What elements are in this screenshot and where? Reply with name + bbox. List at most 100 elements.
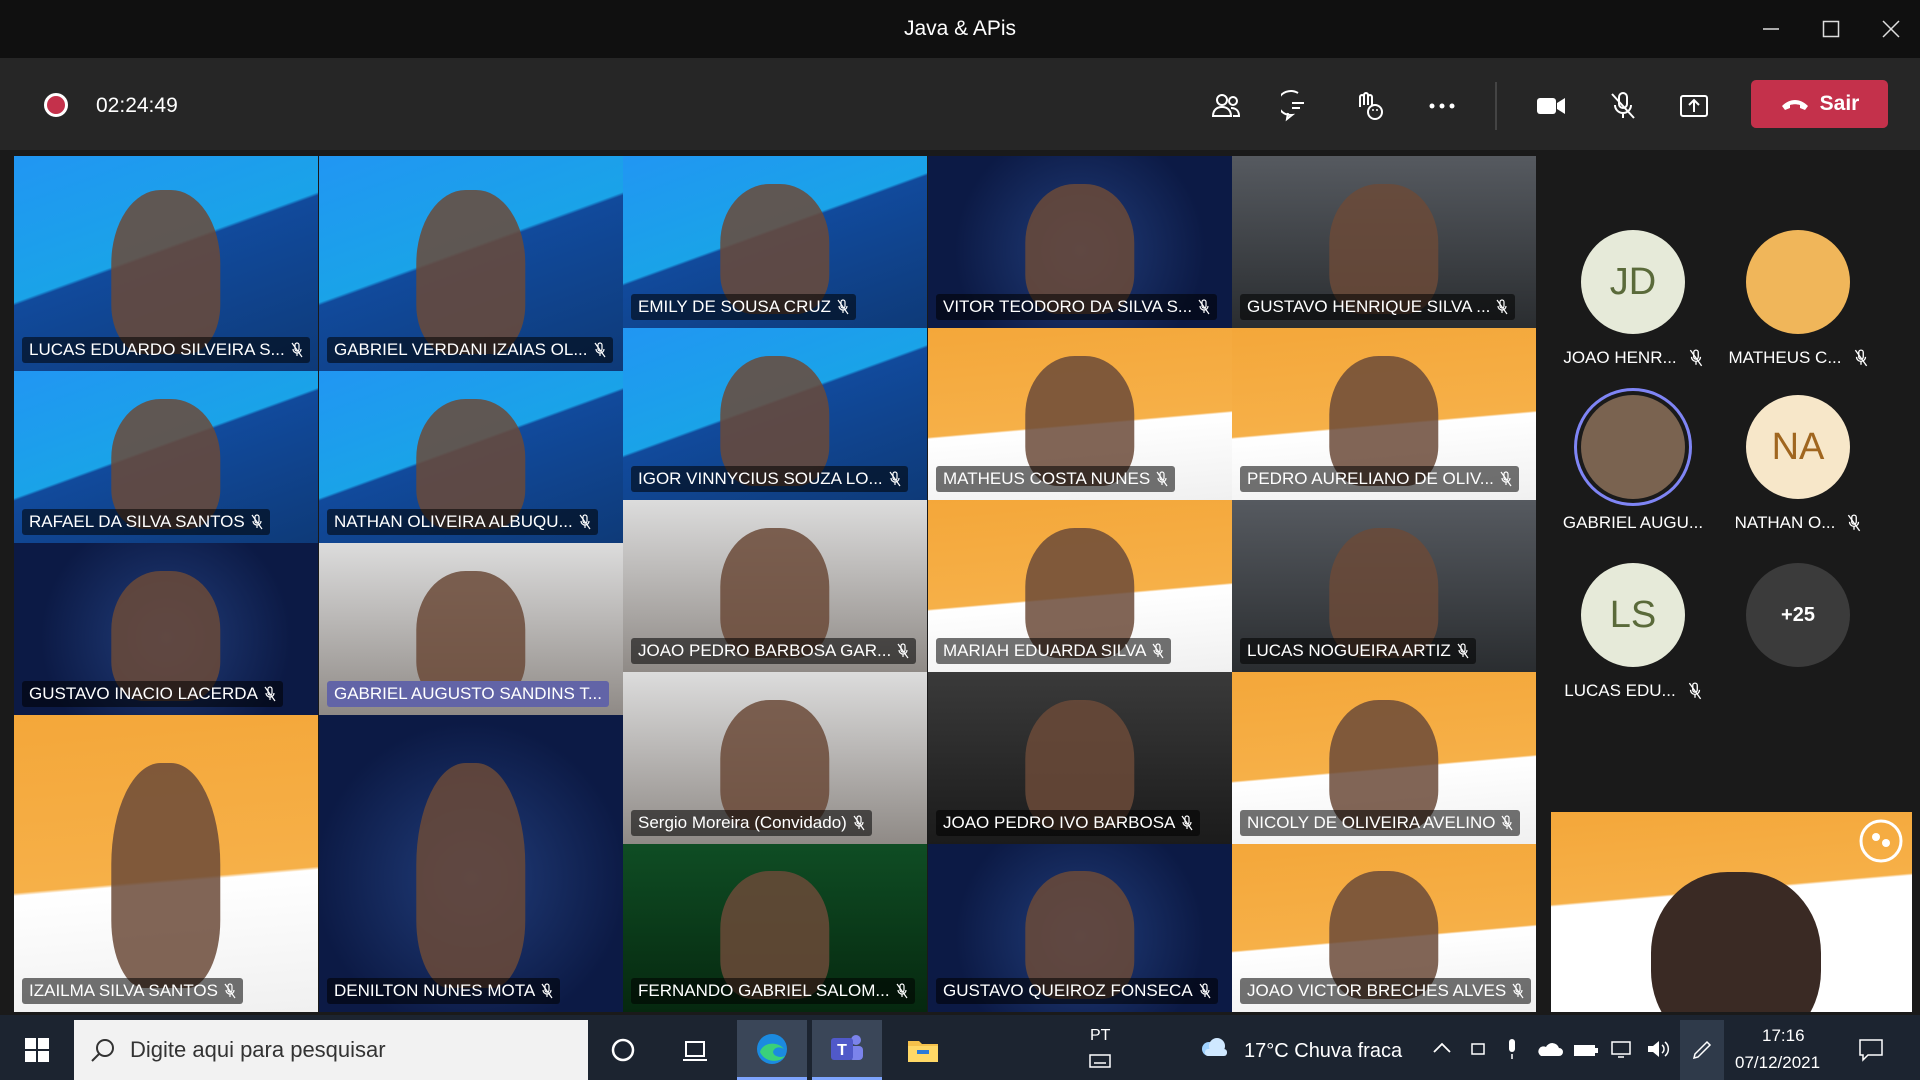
participants-icon	[1211, 94, 1241, 117]
participant-video-tile[interactable]: MATHEUS COSTA NUNES	[928, 328, 1232, 500]
cortana-button[interactable]	[588, 1020, 658, 1080]
camera-tray-icon[interactable]	[1469, 1039, 1489, 1059]
participant-video-person	[111, 762, 221, 989]
participant-video-tile[interactable]: IGOR VINNYCIUS SOUZA LO...	[623, 328, 927, 500]
chat-button[interactable]	[1272, 80, 1324, 132]
participant-video-tile[interactable]: GUSTAVO INACIO LACERDA	[14, 543, 318, 715]
microphone-muted-icon	[1501, 815, 1513, 831]
roster-name: GABRIEL AUGU...	[1562, 513, 1704, 532]
microphone-muted-icon	[1848, 514, 1861, 532]
more-participants-button[interactable]: +25	[1713, 563, 1883, 723]
participant-video-tile[interactable]: JOAO VICTOR BRECHES ALVES	[1232, 844, 1536, 1012]
microphone-muted-icon	[1500, 471, 1512, 487]
participant-video-tile[interactable]: GABRIEL AUGUSTO SANDINS T...	[319, 543, 623, 715]
participant-video-tile[interactable]: LUCAS EDUARDO SILVEIRA S...	[14, 156, 318, 371]
avatar: +25	[1746, 563, 1850, 667]
participant-video-tile[interactable]: RAFAEL DA SILVA SANTOS	[14, 371, 318, 543]
roster-participant[interactable]: NA NATHAN O...	[1713, 395, 1883, 555]
avatar	[1746, 230, 1850, 334]
microphone-muted-icon	[541, 983, 553, 999]
file-explorer-button[interactable]	[888, 1020, 958, 1080]
more-options-button[interactable]	[1416, 80, 1468, 132]
participant-video-tile[interactable]: DENILTON NUNES MOTA	[319, 715, 623, 1012]
participant-name-label: JOAO PEDRO BARBOSA GAR...	[631, 638, 917, 664]
participant-name-label: RAFAEL DA SILVA SANTOS	[22, 509, 270, 535]
microphone-muted-icon	[837, 299, 849, 315]
svg-text:T: T	[837, 1042, 847, 1059]
participant-video-tile[interactable]: IZAILMA SILVA SANTOS	[14, 715, 318, 1012]
pen-workspace-button[interactable]	[1680, 1020, 1724, 1080]
microphone-muted-icon	[1689, 349, 1702, 367]
clock-time[interactable]: 17:16	[1762, 1026, 1805, 1046]
participant-name: DENILTON NUNES MOTA	[334, 981, 536, 1000]
microphone-button[interactable]	[1597, 80, 1649, 132]
participant-video-tile[interactable]: Sergio Moreira (Convidado)	[623, 672, 927, 844]
participant-name: VITOR TEODORO DA SILVA S...	[943, 297, 1193, 316]
maximize-button[interactable]	[1802, 0, 1860, 58]
microphone-muted-icon	[1198, 299, 1210, 315]
participant-name-label: VITOR TEODORO DA SILVA S...	[936, 294, 1218, 320]
microphone-muted-icon	[1156, 471, 1168, 487]
network-icon[interactable]	[1610, 1039, 1636, 1059]
roster-participant[interactable]: MATHEUS C...	[1713, 230, 1883, 390]
participant-video-person	[416, 190, 526, 354]
microphone-tray-icon[interactable]	[1505, 1038, 1519, 1060]
participant-name-label: GABRIEL VERDANI IZAIAS OL...	[327, 337, 613, 363]
leave-button[interactable]: Sair	[1751, 80, 1888, 128]
close-button[interactable]	[1862, 0, 1920, 58]
participant-video-tile[interactable]: FERNANDO GABRIEL SALOM...	[623, 844, 927, 1012]
participant-name: IGOR VINNYCIUS SOUZA LO...	[638, 469, 883, 488]
chevron-up-icon[interactable]	[1432, 1040, 1452, 1056]
roster-participant[interactable]: GABRIEL AUGU...	[1548, 395, 1718, 555]
participant-video-tile[interactable]: NATHAN OLIVEIRA ALBUQU...	[319, 371, 623, 543]
participant-name-label: Sergio Moreira (Convidado)	[631, 810, 872, 836]
participant-name: NICOLY DE OLIVEIRA AVELINO	[1247, 813, 1496, 832]
leave-label: Sair	[1819, 92, 1860, 115]
reactions-button[interactable]	[1343, 80, 1395, 132]
participant-video-tile[interactable]: EMILY DE SOUSA CRUZ	[623, 156, 927, 328]
chat-icon	[1281, 90, 1304, 122]
input-language[interactable]: PT	[1090, 1027, 1110, 1045]
roster-name-row: GABRIEL AUGU...	[1548, 513, 1718, 533]
avatar-initials: LS	[1609, 593, 1657, 636]
participant-video-tile[interactable]: NICOLY DE OLIVEIRA AVELINO	[1232, 672, 1536, 844]
self-video-preview[interactable]	[1551, 812, 1912, 1012]
roster-name: JOAO HENR...	[1563, 348, 1677, 367]
notifications-icon[interactable]	[1858, 1038, 1884, 1062]
participant-video-tile[interactable]: GUSTAVO HENRIQUE SILVA ...	[1232, 156, 1536, 328]
participant-video-tile[interactable]: PEDRO AURELIANO DE OLIV...	[1232, 328, 1536, 500]
participant-name: GABRIEL AUGUSTO SANDINS T...	[334, 684, 602, 703]
microphone-muted-icon	[897, 643, 909, 659]
roster-participant[interactable]: JD JOAO HENR...	[1548, 230, 1718, 390]
weather-cloud-icon	[1202, 1038, 1227, 1056]
avatar-initials: +25	[1781, 603, 1815, 626]
participant-video-tile[interactable]: JOAO PEDRO BARBOSA GAR...	[623, 500, 927, 672]
participant-name-label: MATHEUS COSTA NUNES	[936, 466, 1176, 492]
roster-participant[interactable]: LS LUCAS EDU...	[1548, 563, 1718, 723]
participant-name: JOAO VICTOR BRECHES ALVES	[1247, 981, 1507, 1000]
taskbar-search[interactable]: Digite aqui para pesquisar	[74, 1020, 588, 1080]
start-button[interactable]	[2, 1020, 72, 1080]
participant-video-tile[interactable]: MARIAH EDUARDA SILVA	[928, 500, 1232, 672]
weather-text[interactable]: 17°C Chuva fraca	[1244, 1040, 1402, 1063]
more-options-icon	[1429, 103, 1455, 109]
clock-date[interactable]: 07/12/2021	[1735, 1053, 1820, 1073]
share-screen-button[interactable]	[1668, 80, 1720, 132]
edge-app-button[interactable]	[737, 1020, 807, 1080]
volume-icon[interactable]	[1646, 1039, 1670, 1059]
participants-button[interactable]	[1200, 80, 1252, 132]
teams-app-button[interactable]: T	[812, 1020, 882, 1080]
camera-button[interactable]	[1525, 80, 1577, 132]
task-view-button[interactable]	[660, 1020, 730, 1080]
avatar	[1581, 395, 1685, 499]
participant-video-tile[interactable]: VITOR TEODORO DA SILVA S...	[928, 156, 1232, 328]
participant-video-tile[interactable]: GUSTAVO QUEIROZ FONSECA	[928, 844, 1232, 1012]
battery-icon[interactable]	[1573, 1041, 1599, 1059]
title-bar: Java & APis	[0, 0, 1920, 58]
minimize-button[interactable]	[1742, 0, 1800, 58]
participant-video-person	[416, 762, 526, 989]
onedrive-cloud-icon[interactable]	[1537, 1041, 1563, 1059]
participant-video-tile[interactable]: JOAO PEDRO IVO BARBOSA	[928, 672, 1232, 844]
participant-video-tile[interactable]: GABRIEL VERDANI IZAIAS OL...	[319, 156, 623, 371]
participant-video-tile[interactable]: LUCAS NOGUEIRA ARTIZ	[1232, 500, 1536, 672]
